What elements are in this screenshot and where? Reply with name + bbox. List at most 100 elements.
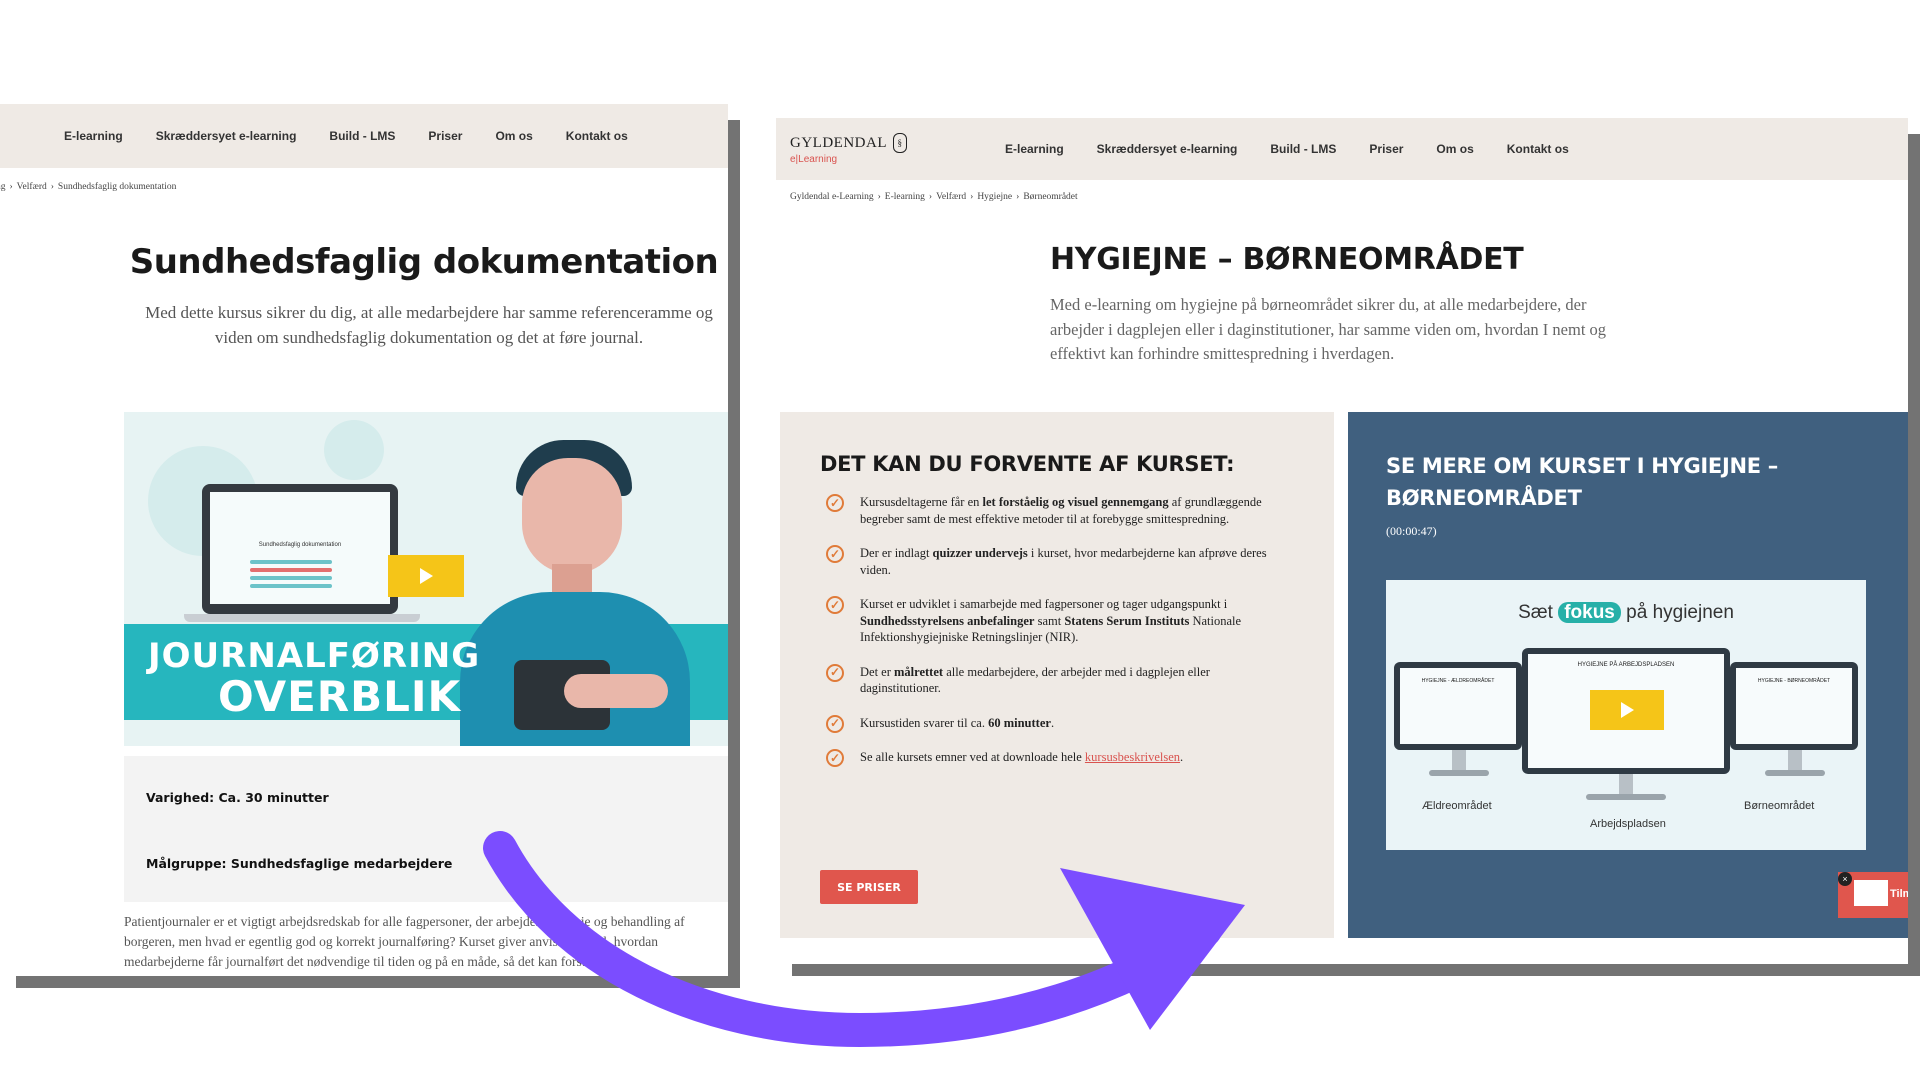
right-nav-bar: GYLDENDAL § e|Learning E-learning Skrædde… bbox=[776, 118, 1908, 180]
video-title-text: på hygiejnen bbox=[1620, 602, 1734, 623]
course-description-link[interactable]: kursusbeskrivelsen bbox=[1085, 750, 1180, 764]
monitor-screen: HYGIEJNE - BØRNEOMRÅDET bbox=[1736, 668, 1852, 744]
breadcrumb-separator-icon: › bbox=[877, 192, 881, 202]
nav-contact[interactable]: Kontakt os bbox=[1507, 142, 1569, 156]
video-play-button[interactable] bbox=[1590, 690, 1664, 730]
hero-text-line2: OVERBLIK bbox=[218, 672, 462, 721]
list-item: ✓ Kursusdeltagerne får en let forståelig … bbox=[820, 494, 1280, 527]
fact-duration: Varighed: Ca. 30 minutter bbox=[146, 790, 329, 805]
page-intro: Med dette kursus sikrer du dig, at alle … bbox=[145, 303, 713, 347]
video-title: Sæt fokus på hygiejnen bbox=[1386, 602, 1866, 624]
check-circle-icon: ✓ bbox=[826, 545, 844, 563]
monitor-foot bbox=[1586, 794, 1666, 800]
mini-bar bbox=[250, 560, 332, 564]
check-circle-icon: ✓ bbox=[826, 663, 844, 682]
course-facts: Varighed: Ca. 30 minutter Målgruppe: Sun… bbox=[124, 756, 728, 902]
expectations-heading: DET KAN DU FORVENTE AF KURSET: bbox=[820, 452, 1235, 476]
logo-subtext: e|Learning bbox=[790, 154, 838, 165]
nav-custom-e-learning[interactable]: Skræddersyet e-learning bbox=[1097, 142, 1238, 156]
monitor-screen-title: HYGIEJNE - BØRNEOMRÅDET bbox=[1757, 678, 1831, 684]
breadcrumb-item[interactable]: Velfærd bbox=[17, 182, 47, 192]
logo-text: GYLDENDAL bbox=[790, 134, 887, 151]
page-title: HYGIEJNE – BØRNEOMRÅDET bbox=[1050, 242, 1524, 277]
breadcrumb-separator-icon: › bbox=[50, 182, 54, 192]
list-item: ✓ Kurset er udviklet i samarbejde med fag… bbox=[820, 596, 1280, 646]
item-text: . bbox=[1050, 715, 1055, 730]
logo-emblem-icon: § bbox=[892, 133, 907, 153]
monitor-foot bbox=[1429, 770, 1489, 776]
breadcrumb-separator-icon: › bbox=[1016, 192, 1020, 202]
item-text: Det er bbox=[860, 664, 895, 679]
monitor-right: HYGIEJNE - BØRNEOMRÅDET bbox=[1730, 662, 1858, 750]
nav-prices[interactable]: Priser bbox=[428, 129, 462, 143]
nav-e-learning[interactable]: E-learning bbox=[1005, 142, 1064, 156]
nav-prices[interactable]: Priser bbox=[1369, 142, 1403, 156]
mini-bar bbox=[250, 568, 332, 572]
nav-e-learning[interactable]: E-learning bbox=[64, 129, 123, 143]
nav-build-lms[interactable]: Build - LMS bbox=[329, 129, 395, 143]
breadcrumb-separator-icon: › bbox=[928, 192, 933, 202]
close-icon[interactable]: × bbox=[1838, 872, 1852, 886]
hand-illustration bbox=[564, 674, 668, 708]
video-panel: SE MERE OM KURSET I HYGIEJNE – BØRNEOMRÅ… bbox=[1348, 412, 1908, 938]
laptop-illustration: Sundhedsfaglig dokumentation bbox=[202, 484, 398, 614]
logo-wordmark: GYLDENDAL § bbox=[790, 133, 907, 153]
widget-label: Tilm bbox=[1890, 888, 1908, 900]
item-text: Kursusdeltagerne får en bbox=[860, 495, 983, 509]
body-paragraph: Patientjournaler er et vigtigt arbejdsre… bbox=[124, 914, 685, 969]
hero-text-line1: JOURNALFØRING bbox=[148, 636, 481, 676]
item-text: Kursustiden svarer til ca. bbox=[860, 715, 989, 730]
course-video[interactable]: Sæt fokus på hygiejnen HYGIEJNE - ÆLDREO… bbox=[1386, 580, 1866, 850]
expectations-list: ✓ Kursusdeltagerne får en let forståelig … bbox=[820, 494, 1280, 767]
monitor-stand bbox=[1788, 750, 1802, 770]
expectations-panel: DET KAN DU FORVENTE AF KURSET: ✓ Kursusde… bbox=[780, 412, 1334, 938]
monitor-label-workplace: Arbejdspladsen bbox=[1590, 818, 1666, 830]
list-item: ✓ Det er målrettet alle medarbejdere, der… bbox=[820, 663, 1280, 697]
monitor-label-elderly: Ældreområdet bbox=[1422, 800, 1492, 812]
nav-build-lms[interactable]: Build - LMS bbox=[1270, 142, 1336, 156]
monitor-screen: HYGIEJNE - ÆLDREOMRÅDET bbox=[1400, 668, 1516, 744]
item-bold: Sundhedsstyrelsens anbefalinger bbox=[860, 613, 1035, 628]
check-circle-icon: ✓ bbox=[826, 596, 844, 614]
video-duration: (00:00:47) bbox=[1386, 524, 1437, 538]
gyldendal-logo[interactable]: GYLDENDAL § e|Learning bbox=[790, 133, 907, 165]
video-heading: SE MERE OM KURSET I HYGIEJNE – BØRNEOMRÅ… bbox=[1386, 454, 1778, 510]
item-bold: quizzer undervejs bbox=[932, 546, 1028, 560]
left-nav-bar: E-learning Skræddersyet e-learning Build… bbox=[0, 104, 728, 168]
breadcrumb-item[interactable]: ng bbox=[0, 182, 6, 192]
check-circle-icon: ✓ bbox=[826, 749, 844, 767]
right-screenshot: GYLDENDAL § e|Learning E-learning Skrædde… bbox=[776, 118, 1908, 964]
page-intro: Med e-learning om hygiejne på børneområd… bbox=[1050, 295, 1607, 363]
item-text: samt bbox=[1034, 613, 1065, 628]
course-hero-image[interactable]: Sundhedsfaglig dokumentation JOURNALFØRI… bbox=[124, 412, 728, 746]
item-bold: 60 minutter bbox=[988, 715, 1051, 730]
item-bold: Statens Serum Instituts bbox=[1064, 613, 1190, 628]
list-item: ✓ Se alle kursets emner ved at downloade … bbox=[820, 749, 1280, 767]
breadcrumb-item[interactable]: E-learning bbox=[885, 192, 925, 202]
breadcrumb-item[interactable]: Gyldendal e-Learning bbox=[790, 192, 874, 202]
nav-contact[interactable]: Kontakt os bbox=[566, 129, 628, 143]
breadcrumb-separator-icon: › bbox=[970, 192, 974, 202]
nav-custom-e-learning[interactable]: Skræddersyet e-learning bbox=[156, 129, 297, 143]
breadcrumb: Gyldendal e-Learning › E-learning › Velfærd ›… bbox=[776, 180, 1908, 202]
signup-widget[interactable]: × Tilm bbox=[1838, 872, 1908, 918]
monitor-screen-title: HYGIEJNE - ÆLDREOMRÅDET bbox=[1421, 678, 1495, 684]
monitor-foot bbox=[1765, 770, 1825, 776]
left-screenshot: E-learning Skræddersyet e-learning Build… bbox=[0, 104, 728, 976]
video-title-highlight: fokus bbox=[1558, 602, 1621, 623]
monitor-stand bbox=[1452, 750, 1466, 770]
mini-bar bbox=[250, 584, 332, 588]
nav-links: E-learning Skræddersyet e-learning Build… bbox=[1005, 142, 1602, 156]
breadcrumb-item[interactable]: Hygiejne bbox=[977, 192, 1012, 202]
monitor-screen-title: HYGIEJNE PÅ ARBEJDSPLADSEN bbox=[1577, 662, 1675, 668]
item-bold: målrettet bbox=[894, 664, 944, 679]
item-text: Der er indlagt bbox=[860, 546, 933, 560]
see-prices-button[interactable]: SE PRISER bbox=[820, 870, 918, 904]
nav-about[interactable]: Om os bbox=[495, 129, 532, 143]
laptop-screen: Sundhedsfaglig dokumentation bbox=[210, 492, 390, 604]
play-button[interactable] bbox=[388, 555, 464, 597]
nav-about[interactable]: Om os bbox=[1436, 142, 1473, 156]
breadcrumb-current: Børneområdet bbox=[1023, 192, 1078, 202]
breadcrumb-item[interactable]: Velfærd bbox=[936, 192, 966, 202]
page-title: Sundhedsfaglig dokumentation bbox=[129, 242, 719, 282]
